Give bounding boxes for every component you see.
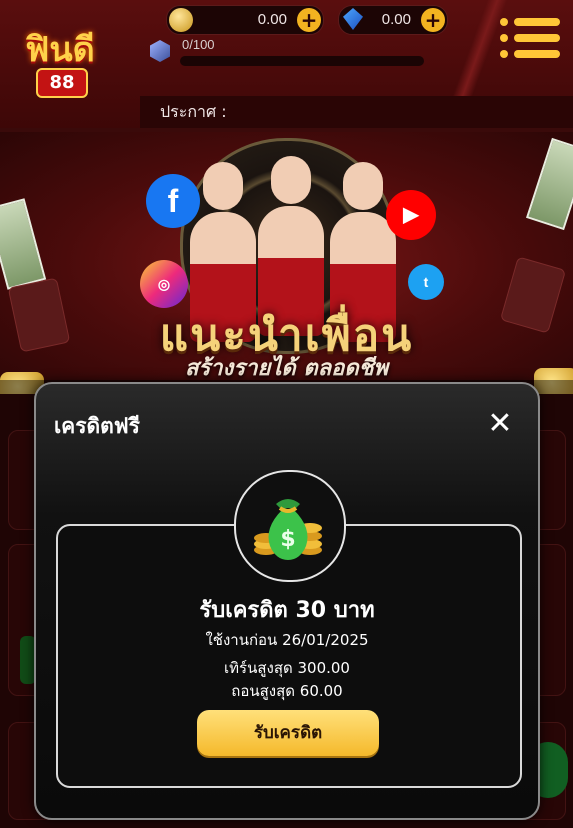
gem-icon — [343, 8, 363, 30]
coin-balance: 0.00 — [257, 11, 287, 28]
facebook-icon: f — [146, 174, 200, 228]
coin-balance-pill: 0.00 + — [166, 5, 324, 35]
add-gem-button[interactable]: + — [421, 8, 445, 32]
menu-button[interactable] — [500, 12, 560, 60]
coin-icon — [169, 8, 193, 32]
logo-number: 88 — [36, 68, 88, 98]
modal-title: เครดิตฟรี — [54, 414, 140, 438]
money-decoration — [0, 198, 47, 290]
max-turnover-text: เทิร์นสูงสุด 300.00 — [224, 659, 350, 677]
expiry-date-text: ใช้งานก่อน 26/01/2025 — [205, 631, 369, 649]
close-button[interactable]: ✕ — [484, 408, 516, 440]
money-bag-icon: $ — [254, 499, 322, 560]
svg-text:$: $ — [280, 527, 295, 552]
menu-icon — [500, 18, 508, 26]
claim-credit-button[interactable]: รับเครดิต — [197, 710, 379, 756]
announcement-label: ประกาศ : — [160, 102, 227, 121]
max-withdraw-text: ถอนสูงสุด 60.00 — [231, 682, 343, 700]
youtube-icon: ▶ — [386, 190, 436, 240]
promo-banner[interactable]: f ◎ ▶ t แนะนำเพื่อน สร้างรายได้ ตลอดชีพ — [0, 132, 573, 394]
site-logo[interactable]: ฟินดี 88 — [8, 10, 112, 100]
credit-amount-title: รับเครดิต 30 บาท — [199, 598, 375, 623]
gem-balance-pill: 0.00 + — [338, 5, 448, 35]
twitter-icon: t — [408, 264, 444, 300]
add-coin-button[interactable]: + — [297, 8, 321, 32]
gem-balance: 0.00 — [381, 11, 411, 28]
level-progress-bar — [180, 56, 424, 66]
money-decoration — [526, 137, 573, 231]
level-progress-text: 0/100 — [182, 37, 215, 52]
